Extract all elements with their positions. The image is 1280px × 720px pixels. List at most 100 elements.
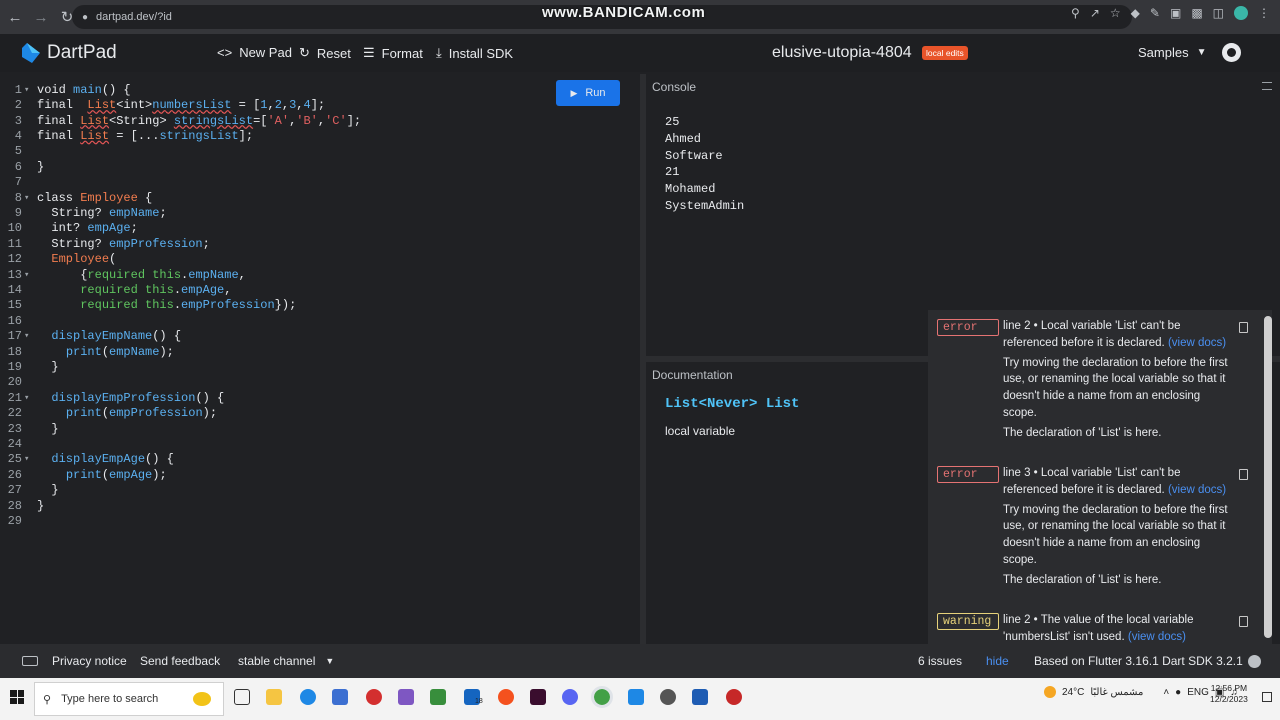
format-button[interactable]: ☰ Format — [363, 45, 423, 61]
language-indicator[interactable]: ENG — [1187, 687, 1209, 698]
issue-message: line 2 • Local variable 'List' can't be … — [1003, 320, 1181, 349]
line-number: 4 — [14, 128, 22, 143]
issue-fix: Try moving the declaration to before the… — [1003, 503, 1228, 566]
line-number: 9 — [14, 205, 22, 220]
channel-dropdown[interactable]: stable channel ▼ — [238, 654, 334, 668]
console-line: Software — [665, 148, 723, 163]
app-icon-purple[interactable] — [398, 689, 414, 705]
app-icon-orange[interactable] — [498, 689, 514, 705]
line-number: 22 — [7, 406, 22, 421]
documentation-panel: Documentation List<Never> List local var… — [646, 362, 928, 644]
word-icon[interactable] — [692, 689, 708, 705]
puzzle-icon[interactable]: ▩ — [1191, 6, 1202, 20]
app-icon-red[interactable] — [366, 689, 382, 705]
weather-text: مشمس غالبًا — [1090, 686, 1144, 698]
chevron-down-icon: ▼ — [1196, 47, 1207, 58]
dartpad-header: DartPad <> New Pad ↻ Reset ☰ Format ⤓ Instal… — [0, 34, 1280, 72]
back-icon[interactable]: ← — [4, 6, 26, 28]
refresh-icon: ↻ — [299, 45, 310, 60]
install-sdk-button[interactable]: ⤓ Install SDK — [436, 45, 513, 61]
copy-icon[interactable] — [1239, 616, 1248, 627]
profile-avatar-icon[interactable] — [1234, 6, 1248, 20]
run-button[interactable]: ▶ Run — [556, 80, 620, 106]
record-icon[interactable] — [726, 689, 742, 705]
console-line: 25 — [665, 115, 680, 129]
console-line: Ahmed — [665, 131, 702, 146]
file-explorer-icon[interactable] — [266, 689, 282, 705]
app-icon-dark[interactable] — [530, 689, 546, 705]
fold-toggle-icon[interactable]: ▾ — [24, 191, 29, 206]
chevron-up-icon[interactable]: ˄ — [1163, 687, 1169, 698]
info-icon[interactable] — [1248, 655, 1261, 668]
play-icon: ▶ — [570, 87, 578, 98]
line-number: 16 — [7, 313, 22, 328]
forward-icon[interactable]: → — [30, 6, 52, 28]
hide-issues-button[interactable]: hide — [986, 654, 1009, 668]
copy-icon[interactable] — [1239, 469, 1248, 480]
view-docs-link[interactable]: (view docs) — [1168, 337, 1226, 349]
edge-icon[interactable] — [300, 689, 316, 705]
issues-scrollbar[interactable] — [1264, 316, 1272, 638]
site-info-icon[interactable]: ● — [82, 12, 88, 23]
documentation-title: Documentation — [652, 368, 733, 382]
console-output: 25 Ahmed Software 21 Mohamed SystemAdmin — [665, 114, 744, 215]
translate-icon[interactable]: ▣ — [1170, 6, 1181, 20]
windows-taskbar: ⚲ Type here to search 18 24°C مشمس غالبً… — [0, 678, 1280, 720]
fold-toggle-icon[interactable]: ▾ — [24, 268, 29, 283]
extension-icon[interactable]: ◆ — [1131, 6, 1140, 20]
line-number: 28 — [7, 498, 22, 513]
vscode-icon[interactable] — [628, 689, 644, 705]
line-number: 3 — [14, 113, 22, 128]
pen-icon[interactable]: ✎ — [1150, 6, 1160, 20]
sdk-version: Based on Flutter 3.16.1 Dart SDK 3.2.1 — [1034, 654, 1243, 668]
new-pad-button[interactable]: <> New Pad — [217, 45, 292, 60]
line-number: 6 — [14, 159, 22, 174]
view-docs-link[interactable]: (view docs) — [1128, 631, 1186, 643]
view-docs-link[interactable]: (view docs) — [1168, 484, 1226, 496]
reset-button[interactable]: ↻ Reset — [299, 45, 351, 61]
github-icon[interactable] — [1222, 43, 1241, 62]
search-highlight-icon — [193, 692, 211, 706]
line-number: 27 — [7, 483, 22, 498]
discord-icon[interactable] — [562, 689, 578, 705]
menu-icon[interactable]: ⋮ — [1258, 6, 1270, 20]
line-number: 1 — [14, 82, 22, 97]
keyboard-icon[interactable] — [22, 656, 38, 666]
console-line: SystemAdmin — [665, 198, 745, 213]
browser-toolbar: ← → ↻ ● dartpad.dev/?id www.BANDICAM.com… — [0, 0, 1280, 34]
settings-icon[interactable] — [660, 689, 676, 705]
line-number: 15 — [7, 298, 22, 313]
app-icon-green[interactable] — [430, 689, 446, 705]
fold-toggle-icon[interactable]: ▾ — [24, 329, 29, 344]
zoom-icon[interactable]: ⚲ — [1071, 6, 1080, 20]
fold-toggle-icon[interactable]: ▾ — [24, 83, 29, 98]
taskbar-search[interactable]: ⚲ Type here to search — [34, 682, 224, 716]
store-icon[interactable] — [332, 689, 348, 705]
sidepanel-icon[interactable]: ◫ — [1213, 6, 1224, 20]
console-menu-icon[interactable] — [1262, 82, 1272, 90]
browser-extension-icons: ⚲ ↗ ☆ ◆ ✎ ▣ ▩ ◫ ⋮ — [1071, 6, 1270, 20]
copy-icon[interactable] — [1239, 322, 1248, 333]
system-clock[interactable]: 12:56 PM 12/2/2023 — [1210, 683, 1248, 705]
privacy-notice-link[interactable]: Privacy notice — [52, 654, 127, 668]
system-tray: 24°C مشمس غالبًا ˄ ● ENG ▣ ♫ — [1044, 686, 1238, 698]
send-feedback-link[interactable]: Send feedback — [140, 654, 220, 668]
notification-icon[interactable] — [1262, 692, 1272, 702]
fold-toggle-icon[interactable]: ▾ — [24, 452, 29, 467]
code-editor[interactable]: 1 ▾ 2 3 4 5 6 7 8 ▾ 9 10 11 12 13 ▾ 14 15 16 17 ▾ 18 19 20 21 ▾ 22… — [0, 74, 640, 644]
line-number: 23 — [7, 421, 22, 436]
severity-badge: error — [937, 319, 999, 336]
chrome-icon[interactable] — [591, 686, 613, 708]
microphone-icon[interactable]: ● — [1175, 687, 1181, 698]
line-number: 12 — [7, 252, 22, 267]
task-view-icon[interactable] — [234, 689, 250, 705]
bookmark-star-icon[interactable]: ☆ — [1110, 6, 1121, 20]
code-icon: <> — [217, 45, 233, 60]
fold-toggle-icon[interactable]: ▾ — [24, 391, 29, 406]
windows-start-icon[interactable] — [10, 690, 24, 704]
align-left-icon: ☰ — [363, 45, 375, 60]
dart-logo-icon — [22, 43, 40, 63]
status-bar: Privacy notice Send feedback stable chan… — [0, 644, 1280, 678]
share-icon[interactable]: ↗ — [1090, 6, 1100, 20]
samples-dropdown[interactable]: Samples ▼ — [1138, 45, 1206, 60]
